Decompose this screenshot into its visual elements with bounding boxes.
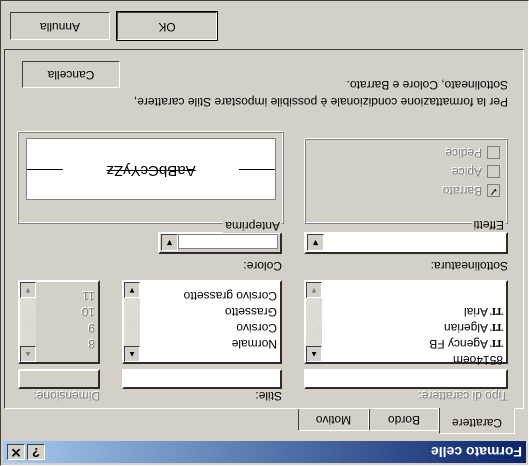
close-button[interactable]: ✕ <box>7 444 25 460</box>
preview-title: Anteprima <box>223 219 282 233</box>
color-label: Colore: <box>243 259 282 273</box>
size-input <box>18 369 100 389</box>
list-item[interactable]: TT Agency FB <box>429 336 503 352</box>
tab-label: Carattere <box>451 416 503 430</box>
dialog-title: Formato celle <box>430 444 522 460</box>
format-cells-dialog: Formato celle ? ✕ Carattere Bordo Motivo… <box>0 0 529 466</box>
arrow-up-icon: ▲ <box>128 350 136 359</box>
scroll-down-button: ▼ <box>20 282 36 298</box>
vertical-scrollbar: ▲ ▼ <box>20 282 36 362</box>
style-input[interactable] <box>122 369 282 389</box>
list-item-label: Algerian <box>443 321 488 335</box>
scroll-up-button[interactable]: ▲ <box>124 346 140 362</box>
arrow-up-icon: ▲ <box>24 350 32 359</box>
ok-button-label: OK <box>158 20 176 34</box>
scroll-up-button[interactable]: ▲ <box>306 346 322 362</box>
arrow-down-icon: ▼ <box>128 286 136 295</box>
list-item: 8 <box>88 336 95 352</box>
list-item: 9 <box>88 320 95 336</box>
list-item-label: Agency FB <box>429 337 488 351</box>
vertical-scrollbar[interactable]: ▲ ▼ <box>306 282 322 362</box>
arrow-up-icon: ▲ <box>310 350 318 359</box>
checkbox-pedice[interactable] <box>487 146 500 159</box>
truetype-icon: TT <box>492 337 503 349</box>
list-item[interactable]: Normale <box>232 336 277 352</box>
vertical-scrollbar[interactable]: ▲ ▼ <box>124 282 140 362</box>
checkbox-label: Barrato <box>442 184 482 198</box>
underline-dropdown[interactable]: ▼ <box>304 232 508 254</box>
preview-box: AaBbCcYyZz <box>26 138 276 200</box>
list-item[interactable]: TT Arial <box>464 304 503 320</box>
list-item-label: Corsivo grassetto <box>183 289 277 303</box>
dropdown-button[interactable]: ▼ <box>307 234 324 251</box>
check-icon: ✓ <box>488 185 499 197</box>
chevron-down-icon: ▼ <box>165 238 174 248</box>
list-item-label: 9 <box>88 321 95 335</box>
help-icon: ? <box>32 445 40 460</box>
color-dropdown[interactable]: ▼ <box>158 232 282 254</box>
list-item[interactable]: Corsivo <box>236 320 277 336</box>
style-list[interactable]: Normale Corsivo Grassetto Corsivo grasse… <box>122 280 282 364</box>
list-item-label: 11 <box>82 289 95 303</box>
list-item[interactable]: TT Algerian <box>444 320 503 336</box>
checkbox-label: Apice <box>451 165 482 179</box>
style-label: Stile: <box>255 389 282 403</box>
list-item[interactable]: 8514oem <box>453 352 503 368</box>
scroll-down-button[interactable]: ▼ <box>124 282 140 298</box>
tab-label: Motivo <box>315 413 352 427</box>
preview-text: AaBbCcYyZz <box>106 162 196 179</box>
info-text-line-2: Sottolineato, Colore e Barrato. <box>346 78 508 92</box>
list-item-label: Normale <box>231 337 277 351</box>
effects-title: Effetti <box>471 218 506 232</box>
size-label: Dimensione: <box>33 389 100 403</box>
font-list[interactable]: 8514oem TT Agency FB TT Algerian TT Arial ▲… <box>304 280 508 367</box>
tab-bordo[interactable]: Bordo <box>369 409 439 431</box>
font-label: Tipo di carattere: <box>418 389 508 403</box>
title-bar[interactable]: Formato celle ? ✕ <box>3 441 526 463</box>
checkbox-apice[interactable] <box>487 165 500 178</box>
scroll-up-button: ▲ <box>20 346 36 362</box>
list-item: 10 <box>82 304 95 320</box>
truetype-icon: TT <box>492 321 503 333</box>
underline-label: Sottolineatura: <box>430 259 508 273</box>
clear-button-label: Cancella <box>47 68 95 82</box>
color-swatch <box>178 234 278 249</box>
list-item-label: 8 <box>88 337 95 351</box>
help-button[interactable]: ? <box>27 444 45 460</box>
list-item-label: Grassetto <box>224 305 277 319</box>
cancel-button-label: Annulla <box>39 20 81 34</box>
checkbox-barrato[interactable]: ✓ <box>487 184 500 197</box>
list-item: 11 <box>83 288 95 304</box>
list-item[interactable]: Grassetto <box>225 304 277 320</box>
list-item-label: Arial <box>463 305 488 319</box>
chevron-down-icon: ▼ <box>311 238 320 248</box>
cancel-button[interactable]: Annulla <box>10 12 110 40</box>
dropdown-button[interactable]: ▼ <box>161 234 178 251</box>
size-list: 8 9 10 11 ▲ ▼ <box>18 280 100 364</box>
truetype-icon: TT <box>492 305 503 317</box>
list-item[interactable]: Corsivo grassetto <box>184 288 277 304</box>
arrow-down-icon: ▼ <box>310 286 318 295</box>
tab-motivo[interactable]: Motivo <box>298 409 369 431</box>
info-text-line-1: Per la formattazione condizionale è poss… <box>133 95 508 109</box>
ok-button[interactable]: OK <box>116 11 218 41</box>
list-item-label: 8514oem <box>452 353 503 367</box>
tab-label: Bordo <box>387 413 421 427</box>
checkbox-label: Pedice <box>445 146 482 160</box>
clear-button[interactable]: Cancella <box>22 61 120 88</box>
list-item-label: Corsivo <box>236 321 277 335</box>
scroll-down-button[interactable]: ▼ <box>306 282 322 298</box>
arrow-down-icon: ▼ <box>24 286 32 295</box>
close-icon: ✕ <box>10 445 22 460</box>
list-item-label: 10 <box>81 305 95 319</box>
tab-carattere[interactable]: Carattere <box>439 408 515 434</box>
font-input[interactable] <box>304 369 508 389</box>
